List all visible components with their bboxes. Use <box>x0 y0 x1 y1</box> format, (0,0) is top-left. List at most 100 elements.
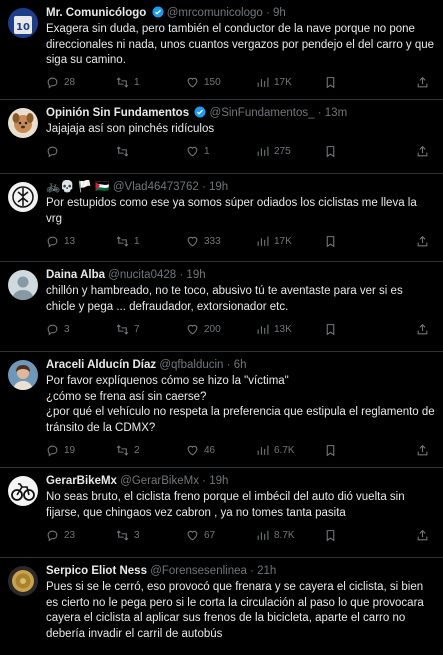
handle[interactable]: @Vlad46473762 <box>113 181 199 193</box>
like-button[interactable]: 150 <box>186 76 256 89</box>
views-button[interactable]: 13K <box>256 323 324 336</box>
reply-button[interactable]: 13 <box>46 235 116 248</box>
like-count: 46 <box>204 444 216 456</box>
reply-count: 13 <box>64 235 76 247</box>
reply-icon <box>47 146 58 158</box>
like-button[interactable]: 67 <box>186 529 256 542</box>
like-button[interactable]: 1 <box>186 145 256 158</box>
tweet[interactable]: 10 Mr. Comunicólogo @mrcomunicologo · 9h… <box>0 0 443 100</box>
bookmark-button[interactable] <box>324 529 354 542</box>
retweet-icon <box>116 235 129 247</box>
share-icon <box>417 76 428 88</box>
retweet-button[interactable]: 7 <box>116 323 186 336</box>
tweet-header: Mr. Comunicólogo @mrcomunicologo · 9h <box>46 6 286 19</box>
tweet-header: Opinión Sin Fundamentos @SinFundamentos_… <box>46 106 348 119</box>
display-name[interactable]: Mr. Comunicólogo <box>46 7 146 19</box>
retweet-button[interactable]: 1 <box>116 235 186 248</box>
retweet-button[interactable]: 3 <box>116 529 186 542</box>
timestamp[interactable]: 21h <box>257 565 276 577</box>
retweet-icon <box>116 444 129 456</box>
display-name[interactable]: Serpico Eliot Ness <box>46 565 147 577</box>
timestamp[interactable]: 19h <box>209 181 228 193</box>
like-button[interactable]: 46 <box>186 444 256 457</box>
views-button[interactable]: 17K <box>256 76 324 89</box>
bookmark-button[interactable] <box>324 76 354 89</box>
tweet[interactable]: Daina Alba @nucita0428 · 19h chillón y h… <box>0 262 443 352</box>
share-icon <box>417 444 428 455</box>
retweet-count: 1 <box>134 235 140 247</box>
share-button[interactable] <box>416 323 429 336</box>
timestamp[interactable]: 6h <box>234 359 247 371</box>
reply-button[interactable]: 19 <box>46 444 116 457</box>
timestamp[interactable]: 19h <box>186 269 205 281</box>
bookmark-button[interactable] <box>324 323 354 336</box>
views-button[interactable]: 17K <box>256 235 324 248</box>
handle[interactable]: @nucita0428 <box>108 269 176 281</box>
share-button[interactable] <box>416 444 429 457</box>
bookmark-button[interactable] <box>324 145 354 158</box>
action-bar: 19 2 46 6.7K <box>46 436 435 464</box>
heart-icon <box>187 77 198 88</box>
share-button[interactable] <box>416 529 429 542</box>
timestamp[interactable]: 13m <box>325 107 347 119</box>
bookmark-button[interactable] <box>324 235 354 248</box>
views-icon <box>257 445 269 455</box>
display-name[interactable]: Araceli Alducín Díaz <box>46 359 156 371</box>
like-button[interactable]: 333 <box>186 235 256 248</box>
reply-button[interactable]: 23 <box>46 529 116 542</box>
action-bar: 28 1 150 17K <box>46 69 435 97</box>
tweet-text: Pues si se le cerró, eso provocó que fre… <box>46 581 424 640</box>
handle[interactable]: @mrcomunicologo <box>167 7 263 19</box>
heart-icon <box>187 445 198 455</box>
share-button[interactable] <box>416 76 429 89</box>
tweet[interactable]: GerarBikeMx @GerarBikeMx · 19h No seas b… <box>0 468 443 558</box>
like-count: 150 <box>204 77 221 88</box>
retweet-button[interactable]: 1 <box>116 76 186 89</box>
handle[interactable]: @SinFundamentos_ <box>210 107 315 119</box>
share-button[interactable] <box>416 145 429 158</box>
tweet-text: Jajajaja así son pinchés ridículos <box>46 123 215 135</box>
reply-count: 19 <box>64 444 76 456</box>
tweet-text: Por favor explíquenos cómo se hizo la "v… <box>46 375 435 434</box>
retweet-button[interactable]: 2 <box>116 444 186 457</box>
tweet[interactable]: Opinión Sin Fundamentos @SinFundamentos_… <box>0 100 443 174</box>
timestamp[interactable]: 9h <box>273 7 286 19</box>
avatar[interactable] <box>8 108 38 138</box>
like-count: 1 <box>204 146 210 157</box>
views-button[interactable]: 8.7K <box>256 529 324 542</box>
reply-button[interactable] <box>46 145 116 158</box>
avatar[interactable] <box>8 476 38 506</box>
handle[interactable]: @Forensesenlinea <box>150 565 247 577</box>
like-button[interactable]: 200 <box>186 323 256 336</box>
tweet[interactable]: 🚲💀 🏳️ 🇵🇸 @Vlad46473762 · 19h Por estupid… <box>0 174 443 262</box>
handle[interactable]: @qfbalducin <box>159 359 223 371</box>
avatar[interactable] <box>8 360 38 390</box>
bookmark-button[interactable] <box>324 444 354 457</box>
heart-icon <box>187 146 198 157</box>
views-icon <box>257 324 269 334</box>
handle[interactable]: @GerarBikeMx <box>120 475 199 487</box>
tweet[interactable]: Araceli Alducín Díaz @qfbalducin · 6h Po… <box>0 352 443 468</box>
share-icon <box>417 145 428 157</box>
like-count: 333 <box>204 235 221 247</box>
reply-icon <box>47 445 58 456</box>
bookmark-icon <box>326 323 335 335</box>
avatar[interactable] <box>8 566 38 596</box>
share-button[interactable] <box>416 235 429 248</box>
tweet[interactable]: Serpico Eliot Ness @Forensesenlinea · 21… <box>0 558 443 655</box>
reply-feed: 10 Mr. Comunicólogo @mrcomunicologo · 9h… <box>0 0 443 655</box>
views-button[interactable]: 6.7K <box>256 444 324 457</box>
display-name[interactable]: Opinión Sin Fundamentos <box>46 107 189 119</box>
avatar[interactable]: 10 <box>8 8 38 38</box>
avatar[interactable] <box>8 270 38 300</box>
view-count: 17K <box>274 77 292 88</box>
avatar[interactable] <box>8 182 38 212</box>
timestamp[interactable]: 19h <box>209 475 228 487</box>
views-button[interactable]: 275 <box>256 145 324 158</box>
reply-button[interactable]: 3 <box>46 323 116 336</box>
display-name[interactable]: Daina Alba <box>46 269 105 281</box>
reply-button[interactable]: 28 <box>46 76 116 89</box>
display-name[interactable]: GerarBikeMx <box>46 475 117 487</box>
retweet-button[interactable] <box>116 145 186 158</box>
display-name[interactable]: 🚲💀 🏳️ 🇵🇸 <box>46 181 110 193</box>
